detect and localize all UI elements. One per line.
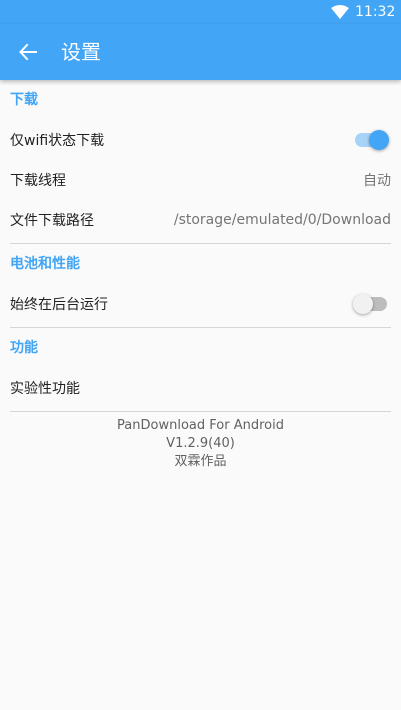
app-name: PanDownload For Android (117, 418, 284, 433)
app-version: V1.2.9(40) (166, 436, 235, 451)
section-header-features: 功能 (10, 340, 38, 356)
setting-label: 仅wifi状态下载 (10, 133, 105, 149)
setting-download-path[interactable]: 文件下载路径 /storage/emulated/0/Download (0, 200, 401, 240)
section-header-battery: 电池和性能 (10, 256, 80, 272)
setting-label: 文件下载路径 (10, 213, 94, 229)
toggle-thumb (353, 294, 373, 314)
back-button[interactable] (8, 32, 48, 72)
status-time: 11:32 (355, 4, 396, 20)
setting-download-threads[interactable]: 下载线程 自动 (0, 160, 401, 200)
wifi-only-toggle[interactable] (353, 128, 389, 152)
section-header-download: 下载 (10, 92, 38, 108)
settings-list: 下载 仅wifi状态下载 下载线程 自动 文件下载路径 /storage/emu… (0, 80, 401, 471)
app-info: PanDownload For Android V1.2.9(40) 双霖作品 (0, 412, 401, 471)
setting-label: 始终在后台运行 (10, 297, 108, 313)
setting-label: 下载线程 (10, 173, 66, 189)
setting-value: /storage/emulated/0/Download (173, 212, 391, 228)
app-bar: 设置 (0, 24, 401, 80)
toggle-thumb (369, 130, 389, 150)
wifi-icon (331, 5, 349, 19)
setting-wifi-only[interactable]: 仅wifi状态下载 (0, 120, 401, 160)
setting-label: 实验性功能 (10, 381, 80, 397)
background-run-toggle[interactable] (353, 292, 389, 316)
page-title: 设置 (61, 40, 101, 64)
app-author: 双霖作品 (174, 454, 227, 469)
status-bar: 11:32 (0, 0, 401, 24)
back-arrow-icon (19, 43, 37, 61)
setting-background-run[interactable]: 始终在后台运行 (0, 284, 401, 324)
setting-value: 自动 (363, 173, 391, 189)
setting-experimental[interactable]: 实验性功能 (0, 368, 401, 408)
